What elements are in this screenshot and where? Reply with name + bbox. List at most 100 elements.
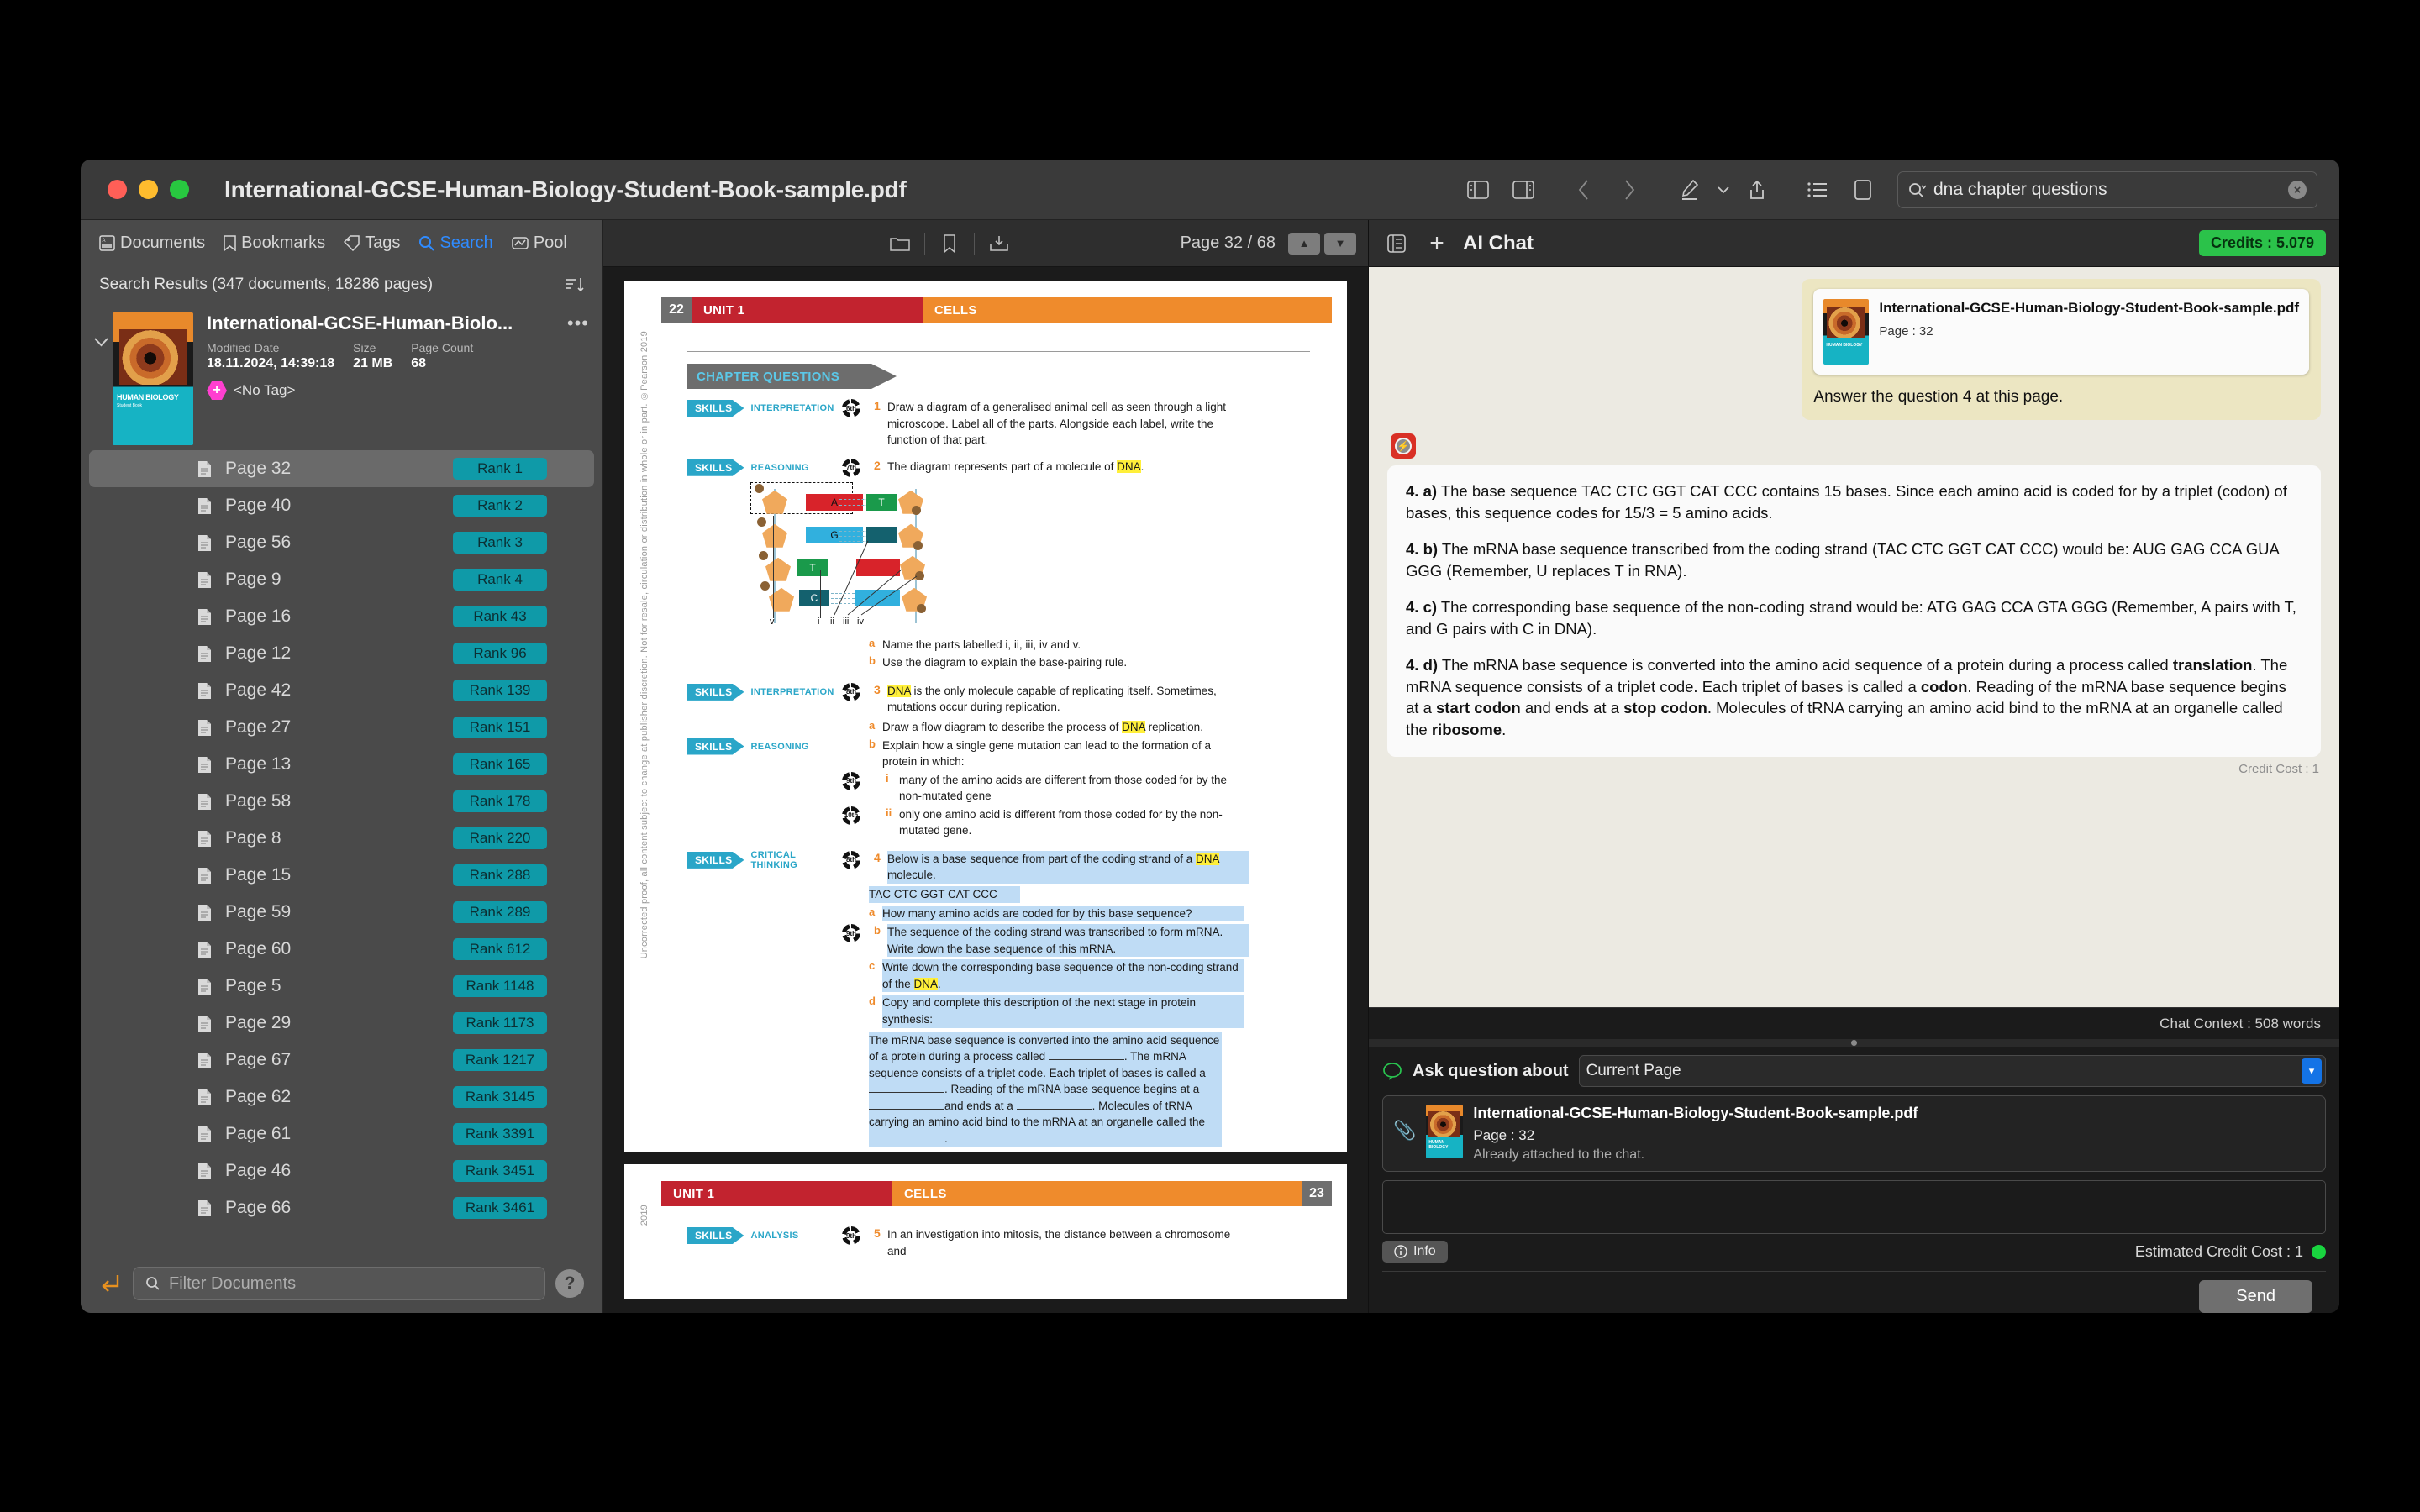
status-indicator-dot [2312,1244,2326,1259]
answer-4d-t4: and ends at a [1520,699,1624,717]
sidebar-tab-tags[interactable]: Tags [344,234,400,253]
panel-resize-handle[interactable] [1369,1039,2339,1047]
chevron-down-icon[interactable]: ▾ [2302,1058,2322,1084]
help-button[interactable]: ? [555,1269,584,1298]
page-result-row[interactable]: Page 40 Rank 2 [89,487,594,524]
page-file-icon [193,1200,215,1217]
page-result-row[interactable]: Page 62 Rank 3145 [89,1079,594,1116]
sidebar-tab-pool[interactable]: Pool [512,234,567,253]
message-input[interactable] [1382,1180,2326,1234]
sub-a-highlight-dna: DNA [1122,720,1145,733]
page-result-label: Page 59 [225,902,292,921]
page-result-row[interactable]: Page 59 Rank 289 [89,894,594,931]
search-input-value[interactable]: dna chapter questions [1933,180,2281,200]
sub-b-text: The sequence of the coding strand was tr… [887,924,1249,958]
chat-panel-icon[interactable] [1382,230,1411,257]
page-result-row[interactable]: Page 9 Rank 4 [89,561,594,598]
skills-badge: SKILLS [687,1227,744,1244]
page-result-label: Page 5 [225,976,281,995]
back-button[interactable] [1561,167,1607,213]
sidebar-right-icon[interactable] [1501,167,1546,213]
page-file-icon [193,1015,215,1032]
page-result-row[interactable]: Page 15 Rank 288 [89,857,594,894]
download-icon[interactable] [980,227,1018,260]
info-button[interactable]: Info [1382,1241,1448,1263]
page-result-row[interactable]: Page 67 Rank 1217 [89,1042,594,1079]
maximize-button[interactable] [170,180,189,199]
modified-date-value: 18.11.2024, 14:39:18 [207,356,335,370]
toolbar-actions: dna chapter questions × [1455,160,2317,220]
answer-4a-text: The base sequence TAC CTC GGT CAT CCC co… [1406,482,2287,522]
sidebar-tab-search[interactable]: Search [418,234,493,253]
user-attachment-card[interactable]: HUMAN BIOLOGY International-GCSE-Human-B… [1813,289,2309,375]
return-arrow-icon[interactable] [99,1273,123,1294]
page-result-row[interactable]: Page 32 Rank 1 [89,450,594,487]
markup-pen-icon[interactable] [1667,167,1712,213]
term-codon: codon [1920,677,1968,696]
term-ribosome: ribosome [1431,720,1502,738]
send-button[interactable]: Send [2199,1280,2312,1313]
filter-bar: Filter Documents ? [81,1254,602,1313]
sidebar-tab-documents[interactable]: A Documents [99,234,205,253]
search-clear-icon[interactable]: × [2288,181,2307,199]
page-result-row[interactable]: Page 16 Rank 43 [89,598,594,635]
credits-badge: Credits : 5.079 [2198,230,2326,256]
page-result-row[interactable]: Page 56 Rank 3 [89,524,594,561]
page-result-row[interactable]: Page 12 Rank 96 [89,635,594,672]
page-result-row[interactable]: Page 27 Rank 151 [89,709,594,746]
chevron-down-icon[interactable] [1712,167,1734,213]
list-view-icon[interactable] [1795,167,1840,213]
pdf-scroll-area[interactable]: Uncorrected proof, all content subject t… [603,267,1368,1313]
user-message: HUMAN BIOLOGY International-GCSE-Human-B… [1369,279,2339,420]
page-result-row[interactable]: Page 29 Rank 1173 [89,1005,594,1042]
tag-row[interactable]: + <No Tag> [207,381,589,400]
new-chat-button[interactable]: + [1423,229,1451,257]
page-result-label: Page 13 [225,754,292,774]
page-result-row[interactable]: Page 58 Rank 178 [89,783,594,820]
page-result-row[interactable]: Page 42 Rank 139 [89,672,594,709]
page-result-row[interactable]: Page 46 Rank 3451 [89,1152,594,1189]
page-result-row[interactable]: Page 61 Rank 3391 [89,1116,594,1152]
expand-chevron-icon[interactable] [89,312,113,445]
add-tag-icon[interactable]: + [207,381,227,400]
page-result-row[interactable]: Page 60 Rank 612 [89,931,594,968]
close-button[interactable] [108,180,127,199]
sidebar-tab-bookmarks[interactable]: Bookmarks [224,234,325,253]
skill-name: INTERPRETATION [750,403,834,413]
page-results-list[interactable]: Page 32 Rank 1 Page 40 Rank 2 Page 56 Rank 3P… [81,450,602,1254]
question-4-sub-b: 9th b The sequence of the coding strand … [687,924,1347,958]
document-card[interactable]: HUMAN BIOLOGY Student Book ••• Internati… [81,304,602,450]
page-result-row[interactable]: Page 8 Rank 220 [89,820,594,857]
unit-label: UNIT 1 [661,1181,892,1206]
sort-descending-icon[interactable] [566,277,584,292]
folder-icon[interactable] [881,227,919,260]
context-scope-select[interactable]: Current Page ▾ [1578,1055,2326,1087]
filter-documents-input[interactable]: Filter Documents [133,1267,545,1300]
page-result-label: Page 46 [225,1161,292,1180]
forward-button[interactable] [1607,167,1652,213]
chat-bubble-icon [1382,1062,1402,1080]
desktop-background: International-GCSE-Human-Biology-Student… [0,0,2420,1512]
page-result-row[interactable]: Page 5 Rank 1148 [89,968,594,1005]
document-more-button[interactable]: ••• [567,312,589,334]
sidebar-left-icon[interactable] [1455,167,1501,213]
page-result-row[interactable]: Page 13 Rank 165 [89,746,594,783]
page-up-button[interactable]: ▲ [1288,232,1320,255]
page-down-button[interactable]: ▼ [1324,232,1356,255]
sub-label-b: b [874,924,881,937]
page-result-row[interactable]: Page 66 Rank 3461 [89,1189,594,1226]
page-result-label: Page 9 [225,570,281,589]
chat-messages[interactable]: HUMAN BIOLOGY International-GCSE-Human-B… [1369,267,2339,1007]
page-file-icon [193,534,215,552]
rank-badge: Rank 165 [453,753,547,775]
bookmark-icon[interactable] [930,227,969,260]
rank-badge: Rank 2 [453,495,547,517]
attached-document-card[interactable]: 📎 HUMAN BIOLOGY International-GCSE-Human… [1382,1095,2326,1172]
share-icon[interactable] [1734,167,1780,213]
question-number-1: 1 [874,399,881,412]
rank-badge: Rank 4 [453,569,547,591]
panel-view-icon[interactable] [1840,167,1886,213]
rank-badge: Rank 220 [453,827,547,849]
search-field[interactable]: dna chapter questions × [1897,171,2317,208]
minimize-button[interactable] [139,180,158,199]
